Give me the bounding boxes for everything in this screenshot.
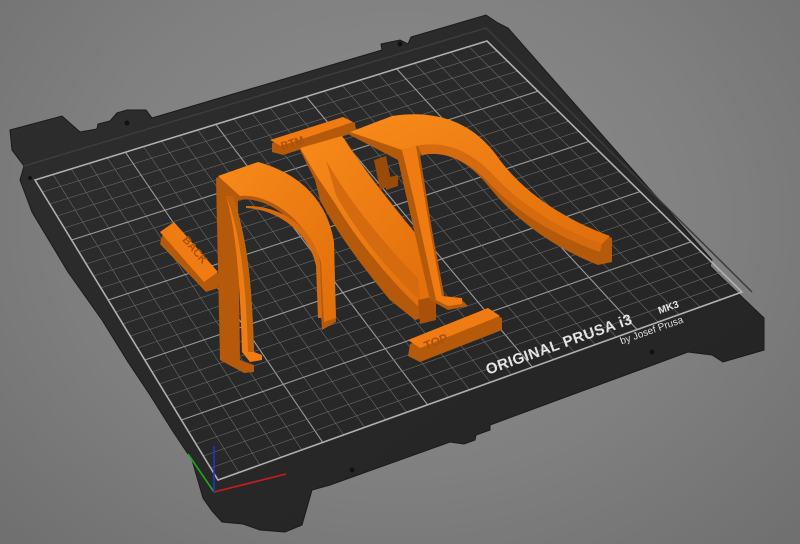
print-bed-scene[interactable]: ORIGINAL PRUSA i3 MK3 by Josef Prusa BTM [0,0,800,544]
3d-viewport[interactable]: ORIGINAL PRUSA i3 MK3 by Josef Prusa BTM [0,0,800,544]
